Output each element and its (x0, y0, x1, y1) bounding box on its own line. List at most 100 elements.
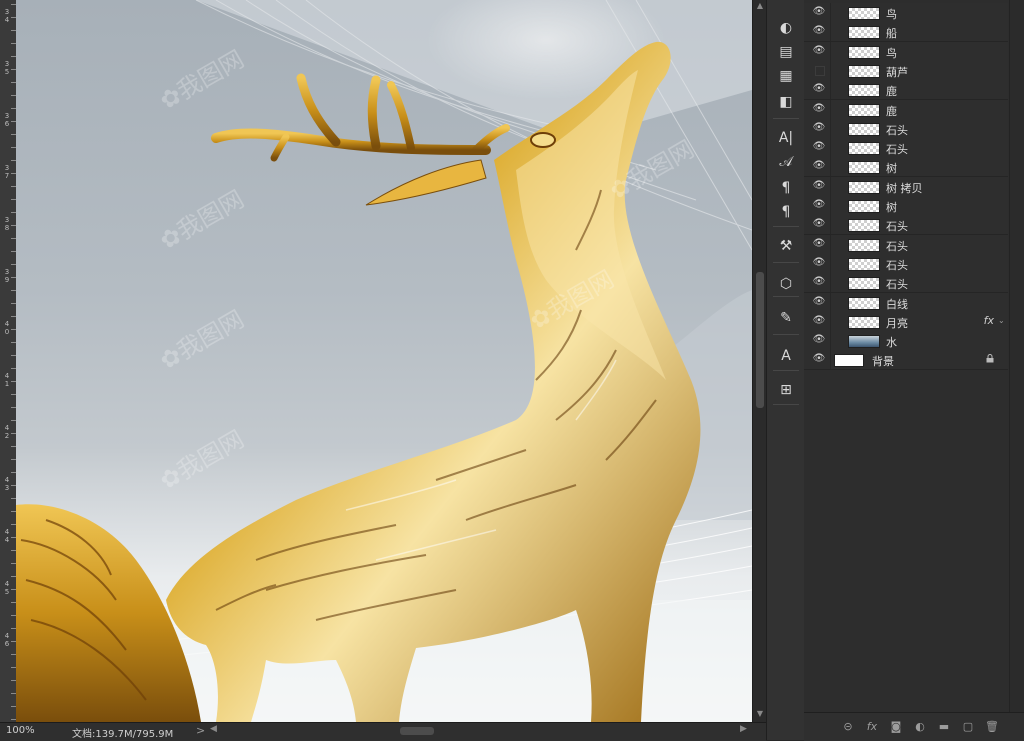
clone-source-icon[interactable]: A (776, 346, 796, 366)
timeline-icon[interactable]: ⊞ (776, 380, 796, 400)
horizontal-scroll-thumb[interactable] (400, 727, 434, 735)
layer-thumbnail[interactable] (848, 84, 880, 98)
visibility-eye-icon[interactable]: 👁 (812, 179, 826, 193)
visibility-eye-icon[interactable]: 👁 (812, 295, 826, 309)
layer-effects-badge[interactable]: fx (984, 314, 994, 327)
layer-name[interactable]: 石头 (886, 238, 908, 254)
scroll-right-arrow-icon[interactable]: ▶ (740, 724, 747, 734)
vertical-ruler[interactable]: 34353637383940414243444546 (0, 0, 17, 722)
layer-name[interactable]: 鸟 (886, 6, 897, 22)
3d-cube-icon[interactable]: ⬡ (776, 274, 796, 294)
layer-name[interactable]: 树 拷贝 (886, 180, 923, 196)
layer-thumbnail[interactable] (848, 103, 880, 117)
visibility-eye-icon[interactable]: 👁 (812, 121, 826, 135)
layer-name[interactable]: 石头 (886, 276, 908, 292)
layer-name[interactable]: 石头 (886, 141, 908, 157)
glyph-icon[interactable]: 𝒜 (776, 152, 796, 172)
fx-icon[interactable]: fx (864, 719, 880, 735)
adjustment-icon[interactable]: ◐ (776, 18, 796, 38)
visibility-eye-icon[interactable]: 👁 (812, 82, 826, 96)
layer-thumbnail[interactable] (848, 219, 880, 233)
layer-name[interactable]: 船 (886, 25, 897, 41)
new-layer-icon[interactable]: ▢ (960, 719, 976, 735)
layer-row[interactable]: 👁 石头 (804, 273, 1008, 294)
visibility-eye-icon[interactable]: 👁 (812, 102, 826, 116)
layer-thumbnail[interactable] (848, 142, 880, 156)
layer-name[interactable]: 石头 (886, 257, 908, 273)
layer-row[interactable]: 👁 月亮 fx ⌄ (804, 311, 1008, 332)
visibility-eye-icon[interactable]: 👁 (812, 159, 826, 173)
layer-name[interactable]: 石头 (886, 122, 908, 138)
layer-thumbnail[interactable] (848, 64, 880, 78)
properties-icon[interactable]: ▤ (776, 42, 796, 62)
layer-row[interactable]: 👁 鹿 (804, 99, 1008, 120)
adjustment-layer-icon[interactable]: ◐ (912, 719, 928, 735)
layer-row[interactable]: 👁 树 拷贝 (804, 176, 1008, 197)
canvas-vertical-scrollbar[interactable]: ▲ ▼ (752, 0, 767, 722)
visibility-eye-icon[interactable]: 👁 (812, 5, 826, 19)
visibility-eye-icon[interactable]: 👁 (812, 256, 826, 270)
layer-thumbnail[interactable] (848, 26, 880, 40)
visibility-eye-icon[interactable]: 👁 (812, 63, 826, 77)
group-folder-icon[interactable]: ▬ (936, 719, 952, 735)
layer-thumbnail[interactable] (848, 122, 880, 136)
layer-name[interactable]: 鹿 (886, 83, 897, 99)
layer-name[interactable]: 葫芦 (886, 64, 908, 80)
visibility-eye-icon[interactable]: 👁 (812, 140, 826, 154)
visibility-eye-icon[interactable]: 👁 (812, 314, 826, 328)
link-layers-icon[interactable]: ⊝ (840, 719, 856, 735)
visibility-eye-icon[interactable]: 👁 (812, 275, 826, 289)
layer-name[interactable]: 白线 (886, 296, 908, 312)
layer-thumbnail[interactable] (848, 257, 880, 271)
layer-thumbnail[interactable] (848, 335, 880, 349)
layer-row[interactable]: 👁 鸟 (804, 3, 1008, 23)
paragraph-style-icon[interactable]: ¶ (776, 178, 796, 198)
layer-thumbnail[interactable] (848, 296, 880, 310)
character-icon[interactable]: A| (776, 128, 796, 148)
layer-row[interactable]: 👁 鹿 (804, 80, 1008, 101)
canvas-horizontal-scrollbar[interactable]: ◀ ▶ (210, 724, 750, 736)
layer-thumbnail[interactable] (848, 7, 880, 20)
brush-icon[interactable]: ✎ (776, 308, 796, 328)
layer-row[interactable]: 👁 石头 (804, 234, 1008, 255)
trash-icon[interactable]: 🗑 (984, 719, 1000, 735)
layer-name[interactable]: 水 (886, 334, 897, 350)
layer-row[interactable]: 👁 石头 (804, 215, 1008, 236)
layer-thumbnail[interactable] (848, 180, 880, 194)
visibility-eye-icon[interactable]: 👁 (812, 217, 826, 231)
layer-thumbnail[interactable] (848, 45, 880, 59)
layer-thumbnail[interactable] (848, 277, 880, 291)
layer-row[interactable]: 👁 船 (804, 22, 1008, 43)
effects-expand-icon[interactable]: ⌄ (998, 316, 1008, 326)
visibility-eye-icon[interactable]: 👁 (812, 44, 826, 58)
layer-name[interactable]: 背景 (872, 353, 894, 369)
scroll-down-arrow-icon[interactable]: ▼ (753, 708, 767, 720)
layer-row[interactable]: 👁 白线 (804, 292, 1008, 313)
visibility-eye-icon[interactable]: 👁 (812, 333, 826, 347)
layer-row[interactable]: 👁 树 (804, 196, 1008, 216)
add-mask-icon[interactable]: ◙ (888, 719, 904, 735)
layer-row[interactable]: 👁 石头 (804, 138, 1008, 159)
layer-thumbnail[interactable] (834, 354, 864, 368)
document-icon[interactable]: ▦ (776, 66, 796, 86)
layer-name[interactable]: 月亮 (886, 315, 908, 331)
layer-row[interactable]: 👁 树 (804, 157, 1008, 178)
layer-name[interactable]: 鸟 (886, 45, 897, 61)
visibility-eye-icon[interactable]: 👁 (812, 237, 826, 251)
layer-thumbnail[interactable] (848, 238, 880, 252)
visibility-eye-icon[interactable]: 👁 (812, 24, 826, 38)
layer-name[interactable]: 鹿 (886, 103, 897, 119)
layer-thumbnail[interactable] (848, 200, 880, 213)
layer-row[interactable]: 👁 背景 (804, 350, 1008, 371)
layers-scrollbar[interactable] (1009, 0, 1024, 712)
layer-name[interactable]: 石头 (886, 218, 908, 234)
layer-name[interactable]: 树 (886, 160, 897, 176)
visibility-eye-icon[interactable]: 👁 (812, 352, 826, 366)
scroll-up-arrow-icon[interactable]: ▲ (753, 0, 767, 12)
tool-presets-icon[interactable]: ⚒ (776, 236, 796, 256)
layer-row[interactable]: 👁 葫芦 (804, 60, 1008, 81)
scroll-left-arrow-icon[interactable]: ◀ (210, 724, 217, 734)
layer-thumbnail[interactable] (848, 315, 880, 329)
document-canvas[interactable]: ✿我图网 ✿我图网 ✿我图网 ✿我图网 ✿我图网 ✿我图网 (16, 0, 752, 722)
visibility-eye-icon[interactable]: 👁 (812, 198, 826, 212)
